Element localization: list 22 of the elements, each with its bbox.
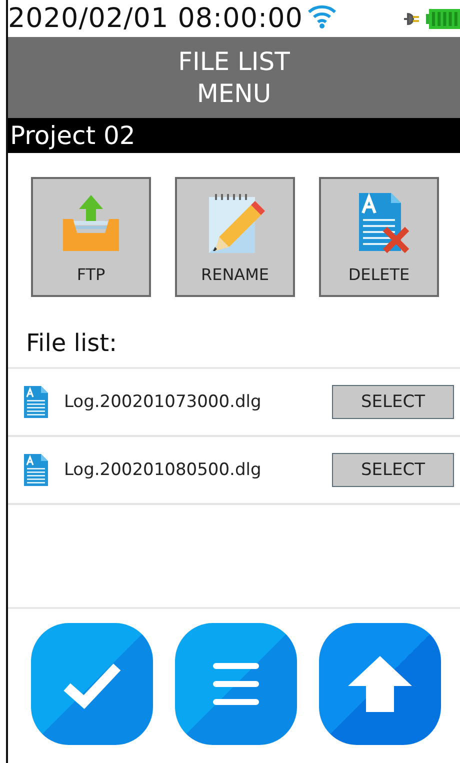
screen-title: FILE LIST (178, 46, 290, 78)
ftp-button[interactable]: FTP (31, 177, 151, 297)
document-icon (24, 454, 48, 486)
select-button[interactable]: SELECT (332, 385, 454, 419)
file-name: Log.200201080500.dlg (64, 460, 262, 480)
wifi-icon (306, 2, 337, 28)
project-name: Project 02 (10, 121, 136, 150)
confirm-button[interactable] (31, 623, 153, 745)
screen-subtitle: MENU (196, 78, 272, 110)
select-button[interactable]: SELECT (332, 453, 454, 487)
rename-button[interactable]: RENAME (175, 177, 295, 297)
file-list-heading: File list: (8, 297, 460, 369)
plug-icon (402, 12, 422, 26)
menu-icon (212, 660, 260, 708)
upload-button[interactable] (319, 623, 441, 745)
document-icon (24, 386, 48, 418)
date-time: 2020/02/01 08:00:00 (8, 3, 303, 34)
menu-button[interactable] (175, 623, 297, 745)
file-name: Log.200201073000.dlg (64, 392, 262, 412)
up-arrow-icon (348, 656, 412, 712)
delete-button[interactable]: DELETE (319, 177, 439, 297)
battery-icon (426, 8, 460, 30)
